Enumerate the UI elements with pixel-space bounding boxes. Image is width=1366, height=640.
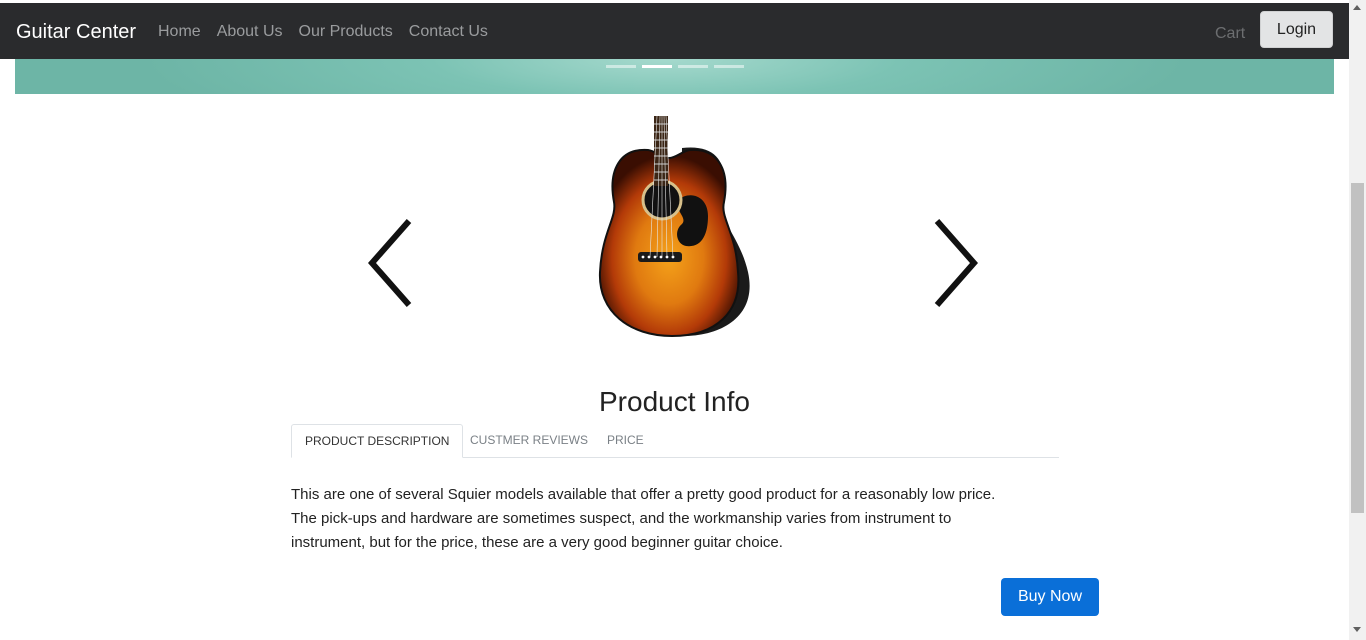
product-info-title: Product Info: [599, 386, 750, 417]
chevron-right-icon: [934, 219, 978, 307]
nav-link-about-us[interactable]: About Us: [217, 22, 283, 42]
tab-product-description[interactable]: PRODUCT DESCRIPTION: [291, 424, 464, 458]
carousel-indicator-2[interactable]: [642, 65, 672, 68]
navbar: Guitar Center Home About Us Our Products…: [0, 3, 1349, 59]
tab-price[interactable]: PRICE: [594, 424, 657, 457]
scroll-down-icon[interactable]: [1353, 627, 1361, 632]
page-scrollbar[interactable]: [1349, 0, 1366, 640]
nav-link-home[interactable]: Home: [158, 22, 201, 42]
login-button[interactable]: Login: [1260, 11, 1333, 48]
description-line-2: The pick-ups and hardware are sometimes …: [291, 510, 952, 527]
description-line-1: This are one of several Squier models av…: [291, 486, 996, 503]
nav-link-our-products[interactable]: Our Products: [299, 22, 393, 42]
carousel-indicator-4[interactable]: [714, 65, 744, 68]
cart-link[interactable]: Cart: [1215, 24, 1245, 44]
carousel-indicator-3[interactable]: [678, 65, 708, 68]
hero-banner: [15, 59, 1334, 94]
carousel-indicator-1[interactable]: [606, 65, 636, 68]
product-description: This are one of several Squier models av…: [291, 483, 1061, 555]
product-image-guitar: [590, 112, 760, 342]
nav-link-contact-us[interactable]: Contact Us: [409, 22, 488, 42]
carousel-prev-button[interactable]: [364, 218, 414, 308]
page: Guitar Center Home About Us Our Products…: [0, 0, 1366, 640]
brand-logo[interactable]: Guitar Center: [16, 20, 136, 44]
carousel-indicators: [606, 65, 750, 68]
guitar-image: [598, 115, 750, 338]
buy-now-button[interactable]: Buy Now: [1001, 578, 1099, 616]
scroll-up-icon[interactable]: [1353, 5, 1361, 10]
chevron-left-icon: [368, 219, 412, 307]
description-line-3: instrument, but for the price, these are…: [291, 534, 783, 551]
nav-links: Home About Us Our Products Contact Us: [158, 22, 504, 42]
product-tabs: PRODUCT DESCRIPTION CUSTMER REVIEWS PRIC…: [291, 424, 1059, 458]
scroll-thumb[interactable]: [1351, 183, 1364, 513]
carousel-next-button[interactable]: [932, 218, 982, 308]
tab-customer-reviews[interactable]: CUSTMER REVIEWS: [457, 424, 601, 457]
